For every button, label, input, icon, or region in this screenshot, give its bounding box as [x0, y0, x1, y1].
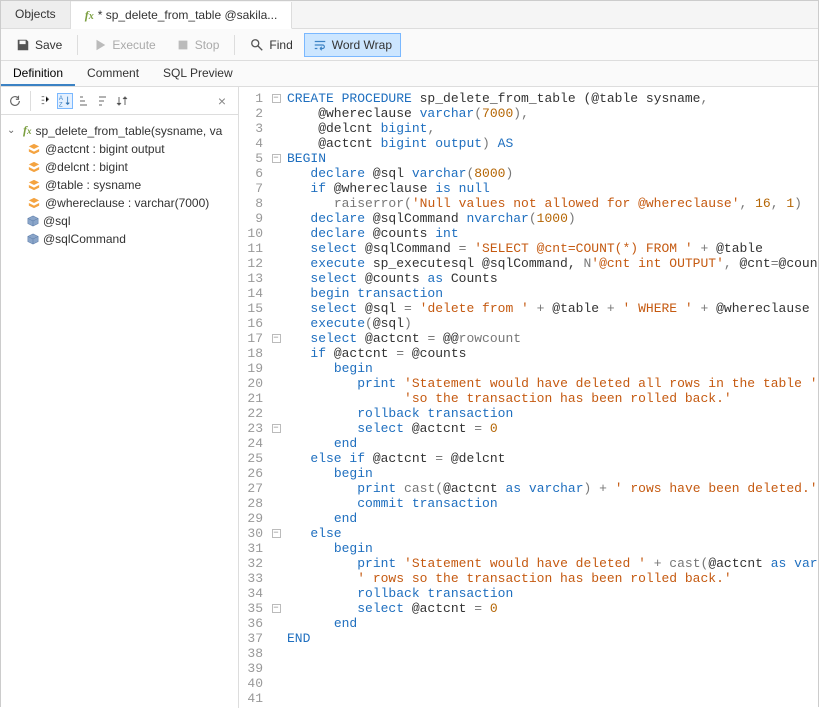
outline-toolbar: AZ × [1, 87, 238, 115]
outline-root-label: sp_delete_from_table(sysname, va [36, 124, 223, 138]
fold-toggle[interactable]: − [272, 154, 281, 163]
fx-icon: fx [85, 8, 94, 22]
stop-label: Stop [195, 38, 220, 52]
outline-pane: AZ × ⌄ fx sp_delete_from_table(sysname, … [1, 87, 239, 708]
stop-icon [176, 38, 190, 52]
sort-asc-icon[interactable] [76, 93, 92, 109]
tab-objects[interactable]: Objects [1, 1, 71, 28]
find-label: Find [269, 38, 292, 52]
outline-param[interactable]: @whereclause : varchar(7000) [1, 194, 238, 212]
code-body[interactable]: CREATE PROCEDURE sp_delete_from_table (@… [283, 87, 818, 708]
execute-label: Execute [112, 38, 155, 52]
expander-icon[interactable]: ⌄ [7, 125, 19, 136]
save-icon [16, 38, 30, 52]
outline-param-label: @whereclause : varchar(7000) [45, 196, 209, 210]
tab-definition[interactable]: Definition [1, 61, 75, 86]
collapse-tree-icon[interactable] [38, 93, 54, 109]
outline-tree: ⌄ fx sp_delete_from_table(sysname, va @a… [1, 115, 238, 708]
tab-active-file[interactable]: fx * sp_delete_from_table @sakila... [71, 2, 293, 29]
line-gutter: 1234567891011121314151617181920212223242… [239, 87, 269, 708]
outline-root[interactable]: ⌄ fx sp_delete_from_table(sysname, va [1, 121, 238, 140]
code-editor[interactable]: 1234567891011121314151617181920212223242… [239, 87, 818, 708]
fx-icon: fx [23, 123, 32, 138]
sub-tabs: Definition Comment SQL Preview [1, 61, 818, 87]
tab-comment[interactable]: Comment [75, 61, 151, 86]
svg-text:Z: Z [59, 101, 63, 108]
save-button[interactable]: Save [7, 33, 71, 57]
outline-local-label: @sql [43, 214, 71, 228]
word-wrap-icon [313, 38, 327, 52]
tab-modified-marker: * [98, 8, 103, 22]
find-button[interactable]: Find [241, 33, 301, 57]
word-wrap-label: Word Wrap [332, 38, 392, 52]
sort-toggle-icon[interactable] [114, 93, 130, 109]
separator [30, 91, 31, 111]
outline-param[interactable]: @delcnt : bigint [1, 158, 238, 176]
outline-param-label: @delcnt : bigint [45, 160, 128, 174]
sort-alpha-icon[interactable]: AZ [57, 93, 73, 109]
stop-button[interactable]: Stop [167, 33, 229, 57]
refresh-icon[interactable] [7, 93, 23, 109]
word-wrap-button[interactable]: Word Wrap [304, 33, 401, 57]
outline-param-label: @actcnt : bigint output [45, 142, 165, 156]
tab-active-label: sp_delete_from_table @sakila... [106, 8, 278, 22]
tab-sql-preview[interactable]: SQL Preview [151, 61, 245, 86]
sort-desc-icon[interactable] [95, 93, 111, 109]
close-outline-icon[interactable]: × [212, 93, 232, 109]
main-area: AZ × ⌄ fx sp_delete_from_table(sysname, … [1, 87, 818, 708]
fold-toggle[interactable]: − [272, 529, 281, 538]
fold-column: − − − − − − [269, 87, 283, 708]
fold-toggle[interactable]: − [272, 604, 281, 613]
fold-toggle[interactable]: − [272, 94, 281, 103]
execute-button[interactable]: Execute [84, 33, 164, 57]
fold-toggle[interactable]: − [272, 334, 281, 343]
save-label: Save [35, 38, 62, 52]
outline-param[interactable]: @table : sysname [1, 176, 238, 194]
fold-toggle[interactable]: − [272, 424, 281, 433]
outline-param[interactable]: @actcnt : bigint output [1, 140, 238, 158]
play-icon [93, 38, 107, 52]
toolbar: Save Execute Stop Find Word Wrap [1, 29, 818, 61]
outline-local-label: @sqlCommand [43, 232, 126, 246]
separator [77, 35, 78, 55]
search-icon [250, 38, 264, 52]
outline-local[interactable]: @sql [1, 212, 238, 230]
outline-param-label: @table : sysname [45, 178, 141, 192]
tab-objects-label: Objects [15, 7, 56, 21]
top-tabs: Objects fx * sp_delete_from_table @sakila… [1, 1, 818, 29]
outline-local[interactable]: @sqlCommand [1, 230, 238, 248]
separator [234, 35, 235, 55]
